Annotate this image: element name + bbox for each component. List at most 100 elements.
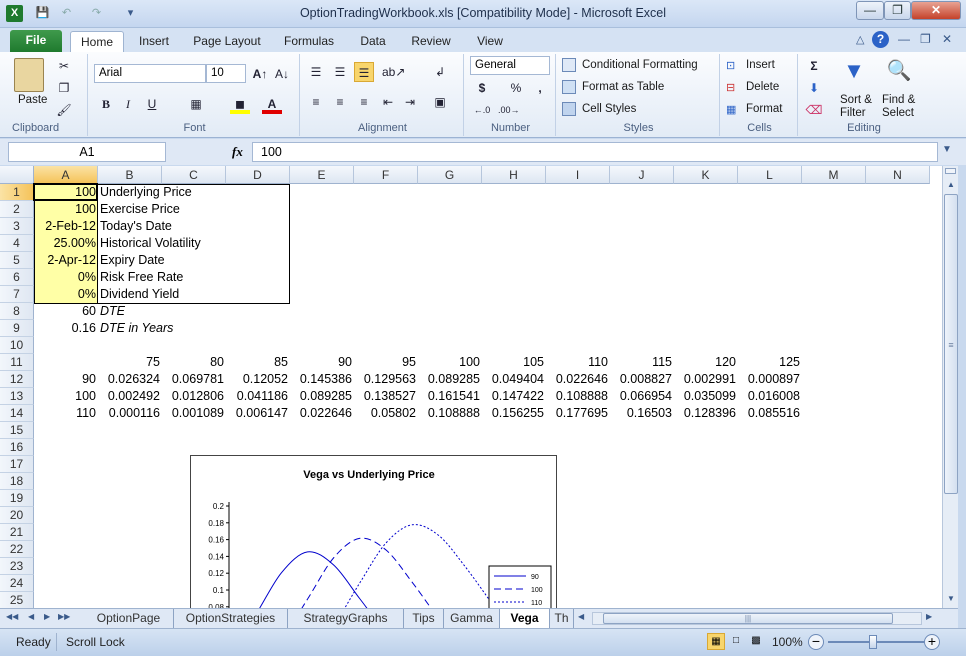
vega-chart[interactable]: Vega vs Underlying Price 0.2 0.18 0.16 0.14 0…: [190, 455, 557, 608]
scroll-thumb[interactable]: ≡: [944, 194, 958, 494]
format-as-table-button[interactable]: Format as Table: [582, 81, 664, 93]
row-header-10[interactable]: 10: [0, 337, 34, 354]
cell-header-80[interactable]: 80: [162, 354, 226, 371]
cell-header-95[interactable]: 95: [354, 354, 418, 371]
align-top-icon[interactable]: ☰: [306, 62, 326, 82]
row-header-4[interactable]: 4: [0, 235, 34, 252]
row-header-25[interactable]: 25: [0, 592, 34, 608]
sheet-tab-tips[interactable]: Tips: [404, 609, 444, 628]
row-header-8[interactable]: 8: [0, 303, 34, 320]
column-header-m[interactable]: M: [802, 166, 866, 184]
sheet-tab-strategygraphs[interactable]: StrategyGraphs: [288, 609, 404, 628]
decrease-decimal-icon[interactable]: .00→: [498, 100, 520, 120]
vertical-scrollbar[interactable]: ▲ ≡ ▼: [942, 166, 958, 608]
close-button[interactable]: ✕: [911, 1, 961, 20]
horizontal-scrollbar[interactable]: |||: [592, 612, 922, 625]
prev-sheet-icon[interactable]: ◀: [28, 612, 34, 621]
cell-a2[interactable]: 100: [34, 201, 98, 218]
borders-icon[interactable]: ▦: [186, 94, 206, 114]
clear-icon[interactable]: ⌫: [804, 100, 824, 120]
expand-formula-icon[interactable]: ▼: [942, 144, 952, 155]
zoom-out-button[interactable]: −: [808, 634, 824, 650]
tab-data[interactable]: Data: [354, 31, 392, 52]
table-cell[interactable]: 0.069781: [162, 371, 226, 388]
increase-decimal-icon[interactable]: ←.0: [472, 100, 492, 120]
align-middle-icon[interactable]: ☰: [330, 62, 350, 82]
cut-icon[interactable]: ✂: [54, 56, 74, 76]
worksheet-grid[interactable]: ABCDEFGHIJKLMN 1 2 3 4 5 6 7 8 9 10 11 12 13 14 15 16 17…: [0, 166, 942, 608]
cell-header-75[interactable]: 75: [98, 354, 162, 371]
grow-font-icon[interactable]: A↑: [250, 64, 270, 84]
row-header-18[interactable]: 18: [0, 473, 34, 490]
merge-center-icon[interactable]: ▣: [430, 92, 450, 112]
cell-b4[interactable]: Historical Volatility: [100, 235, 288, 252]
align-left-icon[interactable]: ≡: [306, 92, 326, 112]
hscroll-thumb[interactable]: |||: [603, 613, 893, 624]
table-cell[interactable]: 0.145386: [290, 371, 354, 388]
split-handle[interactable]: [945, 168, 956, 174]
cell-a4[interactable]: 25.00%: [34, 235, 98, 252]
scroll-up-button[interactable]: ▲: [944, 178, 958, 192]
italic-button[interactable]: I: [118, 94, 138, 114]
row-header-6[interactable]: 6: [0, 269, 34, 286]
column-header-i[interactable]: I: [546, 166, 610, 184]
table-cell[interactable]: 0.002492: [98, 388, 162, 405]
sheet-tab-optionpage[interactable]: OptionPage: [84, 609, 174, 628]
table-cell[interactable]: 0.085516: [738, 405, 802, 422]
delete-cells-button[interactable]: Delete: [746, 81, 779, 93]
table-cell[interactable]: 0.128396: [674, 405, 738, 422]
tab-file[interactable]: File: [10, 30, 62, 52]
workbook-close-icon[interactable]: ✕: [942, 32, 952, 46]
table-cell[interactable]: 0.108888: [418, 405, 482, 422]
bold-button[interactable]: B: [96, 94, 116, 114]
column-header-h[interactable]: H: [482, 166, 546, 184]
scroll-down-button[interactable]: ▼: [944, 592, 958, 606]
page-break-view-icon[interactable]: ▩: [747, 633, 765, 650]
tab-view[interactable]: View: [470, 31, 510, 52]
row-header-11[interactable]: 11: [0, 354, 34, 371]
decrease-indent-icon[interactable]: ⇤: [378, 92, 398, 112]
table-cell[interactable]: 0.041186: [226, 388, 290, 405]
cell-header-120[interactable]: 120: [674, 354, 738, 371]
last-sheet-icon[interactable]: ▶▶: [58, 612, 70, 621]
cell-header-85[interactable]: 85: [226, 354, 290, 371]
cell-a3[interactable]: 2-Feb-12: [34, 218, 98, 235]
table-row-key[interactable]: 90: [34, 371, 98, 388]
cell-header-110[interactable]: 110: [546, 354, 610, 371]
tab-home[interactable]: Home: [70, 31, 124, 52]
row-header-3[interactable]: 3: [0, 218, 34, 235]
font-size-combo[interactable]: 10: [206, 64, 246, 83]
align-right-icon[interactable]: ≡: [354, 92, 374, 112]
fill-color-icon[interactable]: ◼: [230, 94, 250, 114]
cell-b8[interactable]: DTE: [100, 303, 220, 320]
table-cell[interactable]: 0.008827: [610, 371, 674, 388]
help-icon[interactable]: ?: [872, 31, 889, 48]
row-header-24[interactable]: 24: [0, 575, 34, 592]
table-cell[interactable]: 0.000116: [98, 405, 162, 422]
cell-b1[interactable]: Underlying Price: [100, 184, 288, 201]
row-header-14[interactable]: 14: [0, 405, 34, 422]
tab-review[interactable]: Review: [406, 31, 456, 52]
column-header-f[interactable]: F: [354, 166, 418, 184]
paste-button[interactable]: Paste: [18, 94, 47, 106]
row-header-17[interactable]: 17: [0, 456, 34, 473]
row-header-5[interactable]: 5: [0, 252, 34, 269]
column-header-e[interactable]: E: [290, 166, 354, 184]
cell-styles-button[interactable]: Cell Styles: [582, 103, 636, 115]
row-header-7[interactable]: 7: [0, 286, 34, 303]
number-format-combo[interactable]: General: [470, 56, 550, 75]
table-cell[interactable]: 0.156255: [482, 405, 546, 422]
column-header-a[interactable]: A: [34, 166, 98, 184]
table-cell[interactable]: 0.05802: [354, 405, 418, 422]
conditional-formatting-button[interactable]: Conditional Formatting: [582, 59, 698, 71]
cell-b7[interactable]: Dividend Yield: [100, 286, 288, 303]
column-header-l[interactable]: L: [738, 166, 802, 184]
table-cell[interactable]: 0.022646: [546, 371, 610, 388]
column-header-b[interactable]: B: [98, 166, 162, 184]
cell-header-100[interactable]: 100: [418, 354, 482, 371]
format-cells-button[interactable]: Format: [746, 103, 782, 115]
next-sheet-icon[interactable]: ▶: [44, 612, 50, 621]
table-cell[interactable]: 0.049404: [482, 371, 546, 388]
workbook-minimize-icon[interactable]: —: [898, 32, 910, 46]
cell-a6[interactable]: 0%: [34, 269, 98, 286]
